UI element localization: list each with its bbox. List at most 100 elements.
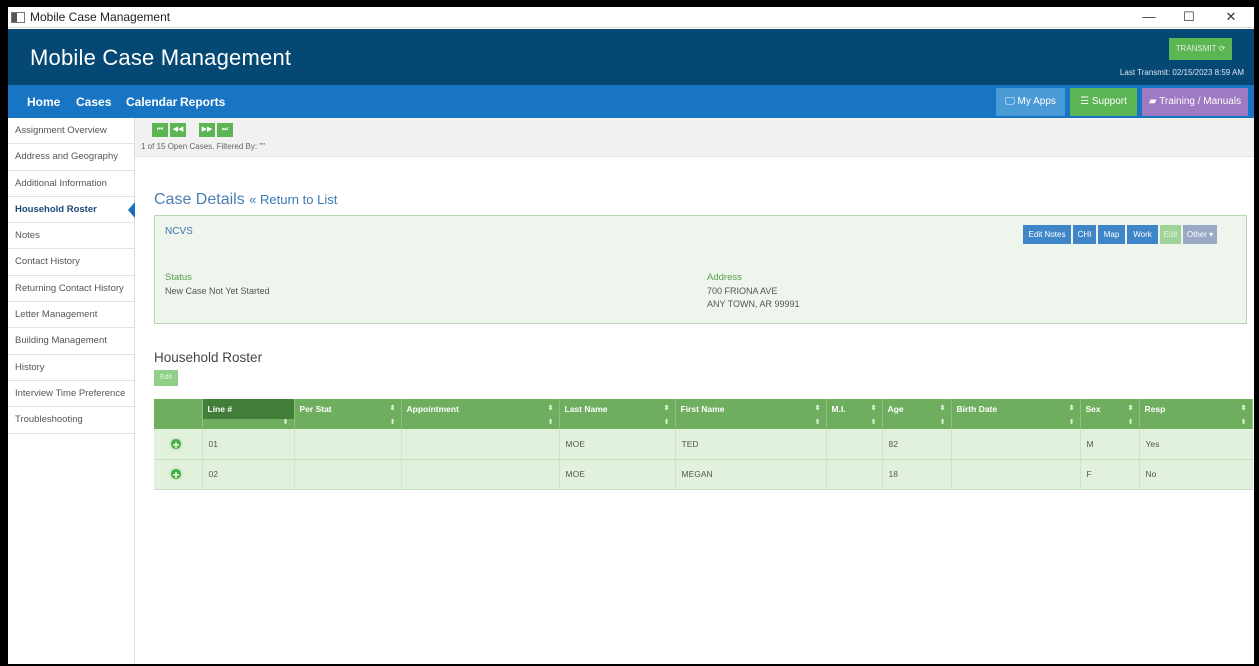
filter-cell[interactable]: ⬍ [202,419,295,429]
filter-cell[interactable]: ⬍ [951,419,1081,429]
address-label: Address [707,272,742,283]
cell-per-stat [294,459,402,490]
sidebar-item-address-and-geography[interactable]: Address and Geography [8,144,134,171]
sidebar-item-returning-contact-history[interactable]: Returning Contact History [8,276,134,303]
table-row[interactable]: + 01 MOE TED 82 M Yes [154,429,1253,460]
filter-cell[interactable]: ⬍ [294,419,402,429]
column-header-first-name[interactable]: First Name ⬍ [675,399,827,419]
sort-icon: ⬍ [870,405,877,412]
filter-cell[interactable]: ⬍ [1080,419,1140,429]
filter-cell[interactable]: ⬍ [826,419,883,429]
sidebar-item-interview-time-preference[interactable]: Interview Time Preference [8,381,134,408]
pager-status-text: 1 of 15 Open Cases, Filtered By: "" [141,142,265,151]
filter-cell[interactable]: ⬍ [882,419,952,429]
sidebar-item-letter-management[interactable]: Letter Management [8,302,134,329]
nav-reports-link[interactable]: Reports [180,95,225,109]
nav-calendar-link[interactable]: Calendar [126,95,177,109]
main-content: ⏮ ◀◀ ▶▶ ⏭ 1 of 15 Open Cases, Filtered B… [135,118,1254,664]
sort-icon: ⬍ [389,405,396,412]
chi-button[interactable]: CHI [1073,225,1096,244]
sort-icon: ⬍ [1068,405,1075,412]
plus-circle-icon[interactable]: + [169,467,183,482]
sidebar-item-notes[interactable]: Notes [8,223,134,250]
column-header-resp[interactable]: Resp ⬍ [1139,399,1253,419]
cell-age: 82 [882,429,952,460]
sidebar-item-label: Household Roster [15,203,97,215]
sort-icon: ⬍ [663,419,670,426]
table-filter-row: ⬍ ⬍ ⬍ ⬍ ⬍ ⬍ ⬍ ⬍ ⬍ ⬍ [154,419,1253,429]
other-dropdown-button[interactable]: Other ▾ [1183,225,1217,244]
filter-cell[interactable]: ⬍ [559,419,676,429]
edit-case-button[interactable]: Edit [1160,225,1181,244]
sidebar-menu: Assignment Overview Address and Geograph… [8,118,135,664]
cell-mi [826,429,883,460]
roster-edit-button[interactable]: Edit [154,370,178,386]
close-button[interactable]: ✕ [1214,7,1248,28]
return-to-list-link[interactable]: « Return to List [249,192,337,207]
sort-icon: ⬍ [870,419,877,426]
sort-icon: ⬍ [939,419,946,426]
household-roster-title: Household Roster [154,350,263,365]
column-header-age[interactable]: Age ⬍ [882,399,952,419]
first-page-icon[interactable]: ⏮ [152,123,168,137]
next-page-icon[interactable]: ▶▶ [199,123,215,137]
sidebar-item-contact-history[interactable]: Contact History [8,249,134,276]
filter-cell[interactable]: ⬍ [675,419,827,429]
cell-resp: Yes [1139,429,1253,460]
work-button[interactable]: Work [1127,225,1158,244]
support-button[interactable]: ☰ Support [1070,88,1137,116]
address-line-2: ANY TOWN, AR 99991 [707,299,800,309]
sort-icon: ⬍ [282,419,289,426]
sort-icon: ⬍ [939,405,946,412]
cell-age: 18 [882,459,952,490]
household-roster-table: Line # Per Stat ⬍ Appointment ⬍ Last Name ⬍… [154,399,1253,490]
cell-first-name: TED [675,429,827,460]
column-header-appointment[interactable]: Appointment ⬍ [401,399,560,419]
column-header-sex[interactable]: Sex ⬍ [1080,399,1140,419]
sort-icon: ⬍ [1240,405,1247,412]
window-title: Mobile Case Management [30,10,171,24]
minimize-button[interactable]: — [1132,7,1166,28]
sort-icon: ⬍ [1240,419,1247,426]
nav-home-link[interactable]: Home [27,95,60,109]
filter-cell[interactable]: ⬍ [401,419,560,429]
sidebar-item-troubleshooting[interactable]: Troubleshooting [8,407,134,434]
plus-circle-icon[interactable]: + [169,436,183,451]
app-brand-title: Mobile Case Management [30,45,292,70]
row-action-cell: + [154,429,203,460]
column-header-per-stat[interactable]: Per Stat ⬍ [294,399,402,419]
edit-notes-button[interactable]: Edit Notes [1023,225,1071,244]
column-header-action [154,399,203,419]
filter-cell[interactable]: ⬍ [1139,419,1253,429]
sidebar-item-history[interactable]: History [8,355,134,381]
maximize-button[interactable]: ☐ [1172,7,1206,28]
program-name: NCVS [165,226,193,237]
training-manuals-button[interactable]: ▰ Training / Manuals [1142,88,1248,116]
sidebar-item-household-roster[interactable]: Household Roster [8,197,135,224]
filter-cell [154,419,203,429]
sidebar-item-building-management[interactable]: Building Management [8,328,134,355]
title-bar: Mobile Case Management — ☐ ✕ [8,7,1254,28]
column-header-birth-date[interactable]: Birth Date ⬍ [951,399,1081,419]
row-action-cell: + [154,459,203,490]
sidebar-item-assignment-overview[interactable]: Assignment Overview [8,118,134,145]
sort-icon: ⬍ [663,405,670,412]
last-page-icon[interactable]: ⏭ [217,123,233,137]
previous-page-icon[interactable]: ◀◀ [170,123,186,137]
app-header: Mobile Case Management TRANSMIT ⟳ Last T… [8,29,1254,85]
column-header-line[interactable]: Line # [202,399,295,419]
sort-icon: ⬍ [1068,419,1075,426]
case-pager: ⏮ ◀◀ ▶▶ ⏭ 1 of 15 Open Cases, Filtered B… [135,118,1254,157]
column-header-last-name[interactable]: Last Name ⬍ [559,399,676,419]
sort-icon: ⬍ [1127,405,1134,412]
my-apps-button[interactable]: 🖵 My Apps [996,88,1065,116]
column-header-mi[interactable]: M.I. ⬍ [826,399,883,419]
main-navbar: Home Cases Calendar Reports 🖵 My Apps ☰ … [8,85,1254,118]
case-details-panel: NCVS Edit Notes CHI Map Work Edit Other … [154,215,1247,324]
sort-icon: ⬍ [814,405,821,412]
sidebar-item-additional-information[interactable]: Additional Information [8,171,134,197]
transmit-button[interactable]: TRANSMIT ⟳ [1169,38,1232,60]
nav-cases-link[interactable]: Cases [76,95,111,109]
table-row[interactable]: + 02 MOE MEGAN 18 F No [154,459,1253,490]
map-button[interactable]: Map [1098,225,1125,244]
